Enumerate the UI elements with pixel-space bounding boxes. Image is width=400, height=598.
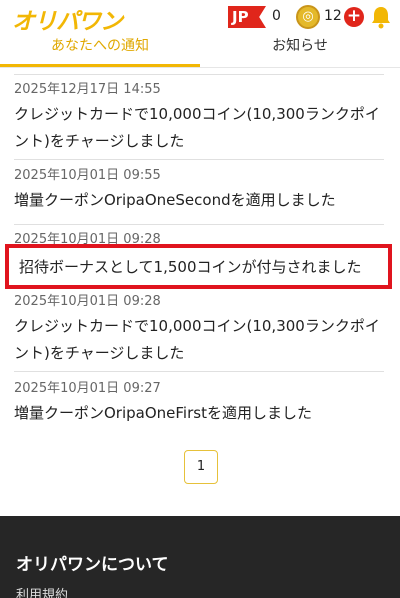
- first-counter: 0: [272, 8, 281, 24]
- notification-item[interactable]: 2025年10月01日 09:55 増量クーポンOripaOneSecondを適…: [14, 168, 384, 214]
- coin-icon: ◎: [296, 5, 320, 29]
- notification-text: 招待ボーナスとして1,500コインが付与されました: [19, 258, 362, 276]
- notification-date: 2025年10月01日 09:28: [14, 294, 161, 309]
- add-coin-button[interactable]: +: [344, 7, 364, 27]
- notification-item[interactable]: 2025年12月17日 14:55 クレジットカードで10,000コイン(10,…: [14, 82, 384, 155]
- divider: [14, 371, 384, 372]
- notification-item[interactable]: 2025年10月01日 09:27 増量クーポンOripaOneFirstを適用…: [14, 381, 384, 427]
- footer-title: オリパワンについて: [16, 555, 169, 575]
- notification-text: 増量クーポンOripaOneFirstを適用しました: [14, 404, 312, 422]
- notification-text: クレジットカードで10,000コイン(10,300ランクポイント)をチャージしま…: [14, 317, 380, 362]
- page-button[interactable]: 1: [184, 450, 218, 484]
- region-badge[interactable]: JP: [228, 6, 266, 28]
- app-logo[interactable]: オリパワン: [12, 2, 123, 36]
- notification-date: 2025年10月01日 09:55: [14, 168, 161, 183]
- divider: [14, 74, 384, 75]
- notification-text: 増量クーポンOripaOneSecondを適用しました: [14, 191, 336, 209]
- coin-balance: 12: [324, 8, 342, 24]
- bell-icon[interactable]: [368, 4, 394, 30]
- notification-item[interactable]: 2025年10月01日 09:28 クレジットカードで10,000コイン(10,…: [14, 294, 384, 367]
- highlighted-notification[interactable]: 招待ボーナスとして1,500コインが付与されました: [5, 244, 392, 289]
- notification-date: 2025年12月17日 14:55: [14, 82, 161, 97]
- app-header: オリパワン JP 0 ◎ 12 + あなたへの通知 お知らせ: [0, 0, 400, 68]
- tab-divider: [0, 67, 400, 68]
- terms-link[interactable]: 利用規約: [16, 584, 68, 598]
- notification-date: 2025年10月01日 09:27: [14, 381, 161, 396]
- divider: [14, 224, 384, 225]
- notification-text: クレジットカードで10,000コイン(10,300ランクポイント)をチャージしま…: [14, 105, 380, 150]
- tab-my-notifications[interactable]: あなたへの通知: [0, 36, 200, 66]
- site-footer: オリパワンについて 利用規約: [0, 516, 400, 598]
- tab-announcements[interactable]: お知らせ: [200, 36, 400, 66]
- divider: [14, 159, 384, 160]
